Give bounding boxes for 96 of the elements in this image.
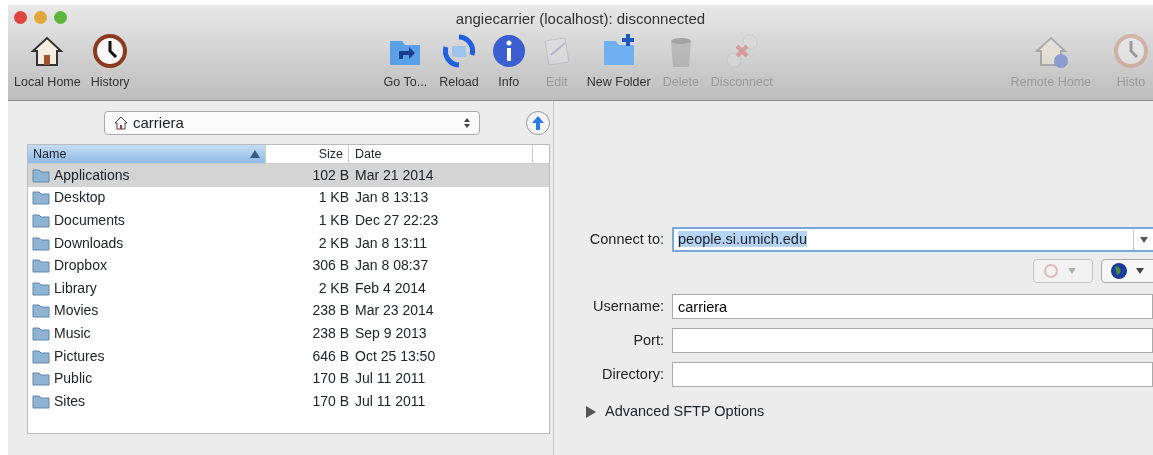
file-date: Oct 25 13:50 — [355, 347, 436, 364]
text-field[interactable] — [672, 328, 1153, 353]
toolbar-button[interactable]: New Folder — [582, 33, 655, 92]
location-dropdown[interactable]: carriera — [104, 111, 480, 135]
file-row[interactable]: Pictures 646 B Oct 25 13:50 — [28, 344, 549, 368]
file-name: Public — [54, 369, 93, 389]
toolbar-button[interactable]: History — [86, 33, 134, 92]
file-date: Jan 8 13:13 — [355, 189, 429, 206]
file-name: Desktop — [54, 188, 106, 208]
globe-icon — [1110, 262, 1128, 280]
location-value: carriera — [133, 112, 185, 133]
zoom-icon[interactable] — [54, 11, 67, 24]
disclosure-triangle-icon[interactable] — [585, 405, 597, 418]
file-date: Jan 8 08:37 — [355, 257, 429, 274]
file-name: Library — [54, 278, 97, 298]
toolbar-button[interactable]: Info — [486, 33, 531, 92]
folder-icon — [32, 393, 50, 409]
file-row[interactable]: Applications 102 B Mar 21 2014 — [28, 164, 549, 187]
file-date: Jul 11 2011 — [355, 392, 426, 409]
folder-icon — [32, 280, 50, 296]
connect-field[interactable]: people.si.umich.edu — [672, 227, 1153, 252]
file-date: Jan 8 13:11 — [355, 234, 428, 251]
file-name: Sites — [54, 391, 86, 411]
clock-icon — [92, 33, 129, 69]
file-row[interactable]: Sites 170 B Jul 11 2011 — [28, 389, 549, 413]
folder-icon — [32, 325, 50, 341]
up-arrow-icon — [530, 115, 546, 131]
folder-icon — [32, 167, 50, 183]
file-size: 170 B — [312, 392, 349, 409]
file-name: Downloads — [54, 233, 124, 253]
file-size: 306 B — [312, 257, 349, 274]
file-date: Mar 21 2014 — [355, 166, 434, 183]
file-row[interactable]: Music 238 B Sep 9 2013 — [28, 322, 549, 345]
folder-icon — [32, 190, 50, 206]
folder-icon — [32, 235, 50, 251]
caret-icon — [1068, 268, 1076, 274]
field-label: Connect to: — [588, 229, 664, 249]
sort-arrow-icon — [250, 150, 260, 158]
file-row[interactable]: Desktop 1 KB Jan 8 13:13 — [28, 186, 549, 210]
up-button[interactable] — [526, 111, 550, 135]
file-row[interactable]: Documents 1 KB Dec 27 22:23 — [28, 209, 549, 232]
toolbar-button[interactable]: Local Home — [10, 33, 85, 92]
file-date: Dec 27 22:23 — [355, 212, 439, 228]
file-size: 1 KB — [318, 212, 349, 228]
text-field[interactable]: carriera — [672, 294, 1153, 319]
file-name: Dropbox — [54, 256, 107, 276]
file-name: Movies — [54, 301, 99, 321]
file-row[interactable]: Dropbox 306 B Jan 8 08:37 — [28, 254, 549, 277]
file-size: 2 KB — [318, 234, 349, 251]
minimize-icon[interactable] — [34, 11, 47, 24]
caret-icon — [1136, 268, 1144, 274]
file-name: Pictures — [54, 346, 105, 366]
file-date: Jul 11 2011 — [355, 370, 426, 387]
column-header[interactable]: Size — [266, 145, 349, 163]
file-size: 238 B — [312, 302, 349, 319]
folder-icon — [32, 371, 50, 387]
field-label: Port: — [632, 330, 664, 350]
folder-icon — [32, 213, 50, 228]
folder-icon — [32, 303, 50, 319]
file-date: Feb 4 2014 — [355, 279, 426, 296]
toolbar-button[interactable]: Reload — [435, 33, 483, 92]
window-title: angiecarrier (localhost): disconnected — [455, 8, 706, 29]
text-field[interactable] — [672, 362, 1153, 387]
file-name: Applications — [54, 165, 130, 185]
file-size: 102 B — [312, 166, 349, 183]
connect-value: people.si.umich.edu — [678, 230, 807, 247]
file-row[interactable]: Public 170 B Jul 11 2011 — [28, 367, 549, 390]
field-label: Directory: — [600, 364, 664, 384]
file-row[interactable]: Library 2 KB Feb 4 2014 — [28, 276, 549, 300]
info-icon — [490, 33, 527, 69]
folder-icon — [32, 258, 50, 274]
file-size: 646 B — [312, 347, 349, 364]
toolbar-button[interactable]: Go To... — [379, 33, 432, 92]
file-name: Music — [54, 323, 91, 343]
protocol-button[interactable] — [1101, 259, 1153, 283]
field-label: Username: — [592, 296, 664, 316]
folder-icon — [32, 348, 50, 364]
column-header[interactable]: Name — [28, 145, 266, 163]
stepper-icon — [463, 117, 471, 129]
dropdown-arrow-icon — [1138, 235, 1149, 244]
clock-icon — [1113, 33, 1149, 69]
file-size: 170 B — [312, 370, 349, 387]
column-header[interactable]: Date — [349, 145, 533, 163]
bookmark-button[interactable] — [1033, 259, 1093, 283]
house-icon — [113, 115, 129, 131]
file-date: Sep 9 2013 — [355, 324, 427, 341]
file-size: 1 KB — [318, 189, 349, 206]
close-icon[interactable] — [14, 11, 27, 24]
file-size: 2 KB — [318, 279, 349, 296]
file-date: Mar 23 2014 — [355, 302, 434, 319]
file-size: 238 B — [312, 324, 349, 341]
file-name: Documents — [54, 211, 125, 230]
file-row[interactable]: Downloads 2 KB Jan 8 13:11 — [28, 231, 549, 255]
file-row[interactable]: Movies 238 B Mar 23 2014 — [28, 299, 549, 323]
advanced-options-label[interactable]: Advanced SFTP Options — [605, 401, 765, 423]
reload-icon — [440, 33, 477, 69]
